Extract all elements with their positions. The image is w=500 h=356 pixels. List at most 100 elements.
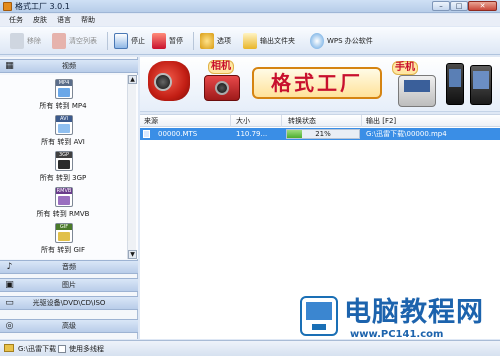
smartphone-icon — [470, 65, 492, 105]
category-picture[interactable]: ▣ 图片 — [0, 278, 138, 292]
wps-label: WPS 办公软件 — [327, 37, 373, 45]
category-advanced-label: 高级 — [62, 322, 76, 330]
category-advanced[interactable]: ◎ 高级 — [0, 319, 138, 333]
window-title: 格式工厂 3.0.1 — [15, 2, 70, 11]
toolbar-separator — [193, 32, 194, 50]
list-item-label: 所有 转到 AVI — [41, 138, 85, 146]
stop-button[interactable]: 停止 — [114, 31, 145, 51]
category-disc[interactable]: ▭ 光驱设备\DVD\CD\ISO — [0, 296, 138, 310]
clear-list-button[interactable]: 清空列表 — [52, 31, 97, 51]
scroll-up-arrow-icon[interactable]: ▲ — [128, 75, 137, 84]
menu-bar: 任务 皮肤 语言 帮助 — [0, 14, 500, 26]
menu-language[interactable]: 语言 — [56, 15, 72, 25]
cell-size: 110.79... — [236, 130, 268, 138]
pause-icon — [152, 33, 166, 49]
column-header-status[interactable]: 转换状态 — [288, 116, 316, 126]
3gp-file-icon: 3GP — [55, 151, 73, 171]
scroll-down-arrow-icon[interactable]: ▼ — [128, 250, 137, 259]
watermark-url: www.PC141.com — [350, 329, 444, 340]
multithread-checkbox[interactable]: 使用多线程 — [58, 344, 104, 354]
app-icon — [3, 2, 12, 11]
column-header-size[interactable]: 大小 — [236, 116, 250, 126]
options-button[interactable]: 选项 — [200, 31, 231, 51]
gif-file-icon: GIF — [55, 223, 73, 243]
advanced-icon: ◎ — [5, 321, 14, 331]
banner-phone-bubble: 手机 — [392, 61, 418, 75]
cell-output: G:\迅雷下载\00000.mp4 — [366, 130, 447, 138]
column-divider — [281, 115, 282, 127]
banner: 相机 格式工厂 手机 — [140, 57, 500, 112]
category-video-label: 视频 — [62, 62, 76, 70]
close-button[interactable]: ✕ — [468, 1, 497, 11]
multithread-label: 使用多线程 — [69, 345, 104, 353]
pause-button[interactable]: 暂停 — [152, 31, 183, 51]
status-bar: G:\迅雷下载 使用多线程 — [0, 340, 500, 356]
category-picture-label: 图片 — [62, 281, 76, 289]
banner-camera-bubble: 相机 — [208, 60, 234, 74]
watermark-computer-icon — [300, 296, 338, 336]
picture-icon: ▣ — [5, 280, 14, 290]
list-item-label: 所有 转到 RMVB — [36, 210, 90, 218]
list-item-label: 所有 转到 MP4 — [39, 102, 87, 110]
list-item-avi[interactable]: AVI 所有 转到 AVI — [0, 115, 126, 151]
film-icon: ▦ — [5, 61, 14, 71]
cell-source: 00000.MTS — [158, 130, 198, 138]
pause-label: 暂停 — [169, 37, 183, 45]
clear-list-label: 清空列表 — [69, 37, 97, 45]
category-video[interactable]: ▦ 视频 — [0, 59, 138, 73]
progress-fill — [287, 130, 303, 138]
menu-task[interactable]: 任务 — [8, 15, 24, 25]
remove-button[interactable]: 移除 — [10, 31, 41, 51]
progress-label: 21% — [315, 130, 331, 138]
mp4-file-icon: MP4 — [55, 79, 73, 99]
category-disc-label: 光驱设备\DVD\CD\ISO — [32, 299, 106, 307]
video-format-list: MP4 所有 转到 MP4 AVI 所有 转到 AVI 3GP 所有 转到 3G… — [0, 75, 138, 259]
output-folder-button[interactable]: 输出文件夹 — [243, 31, 295, 51]
list-item-mp4[interactable]: MP4 所有 转到 MP4 — [0, 79, 126, 115]
camcorder-icon — [148, 61, 190, 101]
list-item-3gp[interactable]: 3GP 所有 转到 3GP — [0, 151, 126, 187]
column-divider — [361, 115, 362, 127]
conversion-progress-bar: 21% — [286, 129, 360, 139]
menu-help[interactable]: 帮助 — [80, 15, 96, 25]
column-divider — [230, 115, 231, 127]
folder-icon — [4, 344, 14, 352]
folder-icon — [243, 33, 257, 49]
format-tag: AVI — [56, 116, 72, 122]
minimize-button[interactable]: – — [432, 1, 450, 11]
stop-icon — [114, 33, 128, 49]
category-audio[interactable]: ♪ 音频 — [0, 260, 138, 274]
stop-label: 停止 — [131, 37, 145, 45]
column-header-source[interactable]: 来源 — [144, 116, 158, 126]
checkbox-box[interactable] — [58, 345, 66, 353]
list-item-rmvb[interactable]: RMVB 所有 转到 RMVB — [0, 187, 126, 223]
list-item-label: 所有 转到 3GP — [39, 174, 87, 182]
table-row[interactable]: 00000.MTS 110.79... 21% G:\迅雷下载\00000.mp… — [140, 128, 500, 140]
avi-file-icon: AVI — [55, 115, 73, 135]
wps-button[interactable]: WPS 办公软件 — [310, 31, 373, 51]
rmvb-file-icon: RMVB — [55, 187, 73, 207]
disc-drive-icon: ▭ — [5, 298, 14, 308]
app-window: 格式工厂 3.0.1 – □ ✕ 任务 皮肤 语言 帮助 移除 清空列表 停止 … — [0, 0, 500, 356]
watermark-title: 电脑教程网 — [344, 297, 484, 328]
menu-skin[interactable]: 皮肤 — [32, 15, 48, 25]
music-note-icon: ♪ — [6, 262, 13, 272]
remove-label: 移除 — [27, 37, 41, 45]
video-file-icon — [143, 130, 150, 138]
table-header: 来源 大小 转换状态 输出 [F2] — [140, 115, 500, 127]
category-audio-label: 音频 — [62, 263, 76, 271]
output-folder-path[interactable]: G:\迅雷下载 — [18, 344, 56, 354]
category-panel: ▦ 视频 MP4 所有 转到 MP4 AVI 所有 转到 AVI 3GP 所有 … — [0, 57, 138, 339]
toolbar: 移除 清空列表 停止 暂停 选项 输出文件夹 WPS 办公软件 — [0, 27, 500, 55]
list-item-gif[interactable]: GIF 所有 转到 GIF — [0, 223, 126, 259]
remove-icon — [10, 33, 24, 49]
output-folder-label: 输出文件夹 — [260, 37, 295, 45]
title-bar[interactable]: 格式工厂 3.0.1 – □ ✕ — [0, 0, 500, 13]
video-list-scrollbar[interactable]: ▲ ▼ — [127, 75, 137, 259]
gear-icon — [200, 33, 214, 49]
wps-icon — [310, 33, 324, 49]
toolbar-separator — [107, 32, 108, 50]
list-item-label: 所有 转到 GIF — [41, 246, 85, 254]
maximize-button[interactable]: □ — [450, 1, 468, 11]
column-header-output[interactable]: 输出 [F2] — [366, 116, 396, 126]
